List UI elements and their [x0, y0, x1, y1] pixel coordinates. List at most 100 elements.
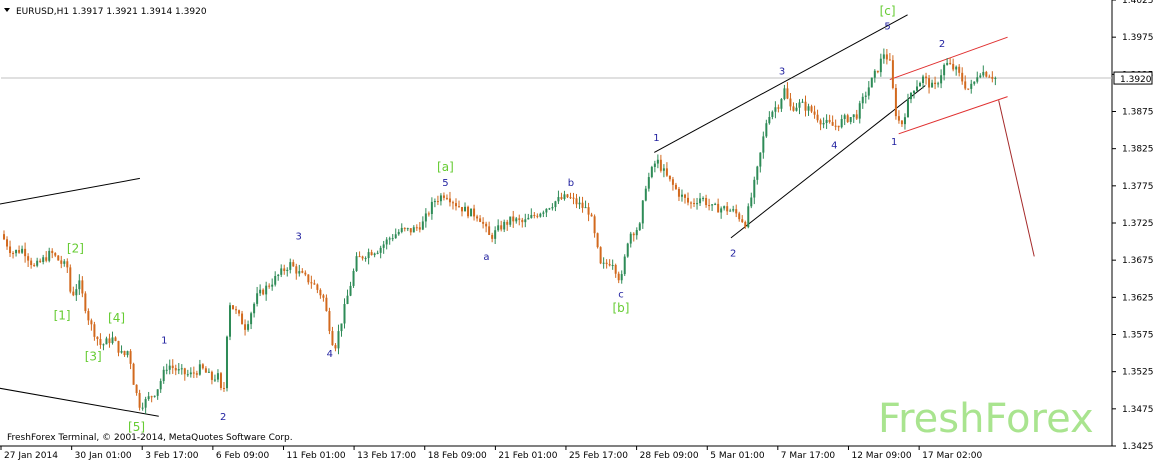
candle-body: [394, 234, 397, 239]
candle-body: [198, 364, 201, 375]
candle-body: [774, 107, 777, 112]
candle-body: [289, 262, 292, 270]
candle-body: [554, 201, 557, 208]
candle-body: [605, 262, 608, 265]
candle-body: [756, 166, 759, 180]
candle-body: [370, 252, 373, 256]
candle-body: [156, 389, 159, 396]
candle-body: [232, 305, 235, 310]
candle-body: [940, 75, 943, 84]
candle-body: [563, 194, 566, 200]
candle-body: [304, 272, 307, 275]
candle-body: [120, 351, 123, 353]
candle-body: [512, 216, 515, 222]
candle-body: [153, 395, 156, 397]
candle-body: [439, 195, 442, 202]
candle-body: [126, 351, 129, 356]
time-tick-label: 11 Feb 01:00: [287, 451, 346, 461]
symbol-timeframe: EURUSD,H1: [16, 7, 69, 17]
candle-body: [283, 268, 286, 271]
candle-body: [421, 221, 424, 230]
candle-body: [858, 103, 861, 119]
candle-body: [162, 369, 165, 382]
candle-body: [159, 381, 162, 390]
candle-body: [741, 219, 744, 223]
candle-body: [328, 311, 331, 332]
candle-body: [560, 197, 563, 200]
candle-body: [48, 250, 51, 261]
candle-body: [988, 76, 991, 78]
candle-body: [524, 219, 527, 223]
candle-body: [530, 214, 533, 218]
candle-body: [39, 260, 42, 262]
time-tick-label: 7 Mar 17:00: [781, 451, 836, 461]
price-chart[interactable]: [2][1] [4][3][5]1234[a]5abc[b]1234[c]512 …: [0, 0, 1154, 462]
candle-body: [509, 216, 512, 225]
candle-body: [57, 255, 60, 261]
candle-body: [578, 202, 581, 205]
candle-body: [165, 369, 168, 371]
candle-body: [994, 77, 997, 79]
candle-body: [135, 384, 138, 394]
candle-body: [168, 365, 171, 370]
candle-body: [991, 76, 994, 79]
candle-body: [204, 368, 207, 373]
candle-body: [566, 194, 569, 198]
candle-body: [668, 175, 671, 180]
candle-body: [114, 337, 117, 341]
candle-body: [602, 262, 605, 264]
candle-body: [611, 264, 614, 266]
wave-label: [3]: [85, 350, 102, 364]
candle-body: [84, 293, 87, 311]
candle-body: [500, 225, 503, 230]
time-tick-label: 27 Jan 2014: [4, 451, 58, 461]
candle-body: [448, 198, 451, 203]
candle-body: [925, 76, 928, 79]
candle-body: [286, 269, 289, 271]
candle-body: [843, 115, 846, 119]
candle-body: [461, 207, 464, 212]
candle-body: [801, 101, 804, 103]
candle-body: [922, 76, 925, 83]
candle-body: [581, 202, 584, 208]
time-tick-label: 13 Feb 17:00: [357, 451, 416, 461]
candle-body: [949, 62, 952, 64]
chart-window: [2] [1] [4] [3] [5] 1 2 3 4 [a] 5 a b c [b] 1 2 3 4 [c] 5 1 2 …: [0, 0, 1154, 462]
candle-body: [536, 215, 539, 217]
candle-body: [3, 234, 6, 240]
wave-label: 2: [730, 248, 736, 259]
candle-body: [626, 243, 629, 257]
candle-body: [840, 118, 843, 128]
wave-label: 2: [939, 39, 945, 50]
time-tick-label: 18 Feb 09:00: [428, 451, 487, 461]
candle-body: [545, 208, 548, 213]
candle-body: [696, 203, 699, 205]
candle-body: [819, 120, 822, 125]
candle-body: [653, 163, 656, 167]
price-tick-label: 1.3575: [1122, 331, 1154, 341]
candle-body: [340, 323, 343, 332]
candle-body: [391, 238, 394, 240]
wave-label: 3: [779, 66, 785, 77]
candle-body: [690, 202, 693, 204]
candle-body: [638, 223, 641, 231]
candle-body: [575, 198, 578, 205]
candle-body: [12, 253, 15, 255]
candle-body: [42, 257, 45, 262]
wave-label: [2]: [67, 242, 84, 256]
candle-body: [708, 205, 711, 207]
candle-body: [931, 82, 934, 88]
candle-body: [241, 313, 244, 325]
candle-body: [72, 291, 75, 296]
candle-body: [433, 201, 436, 203]
candle-body: [69, 267, 72, 292]
candle-body: [783, 88, 786, 100]
candle-body: [6, 239, 9, 247]
candle-body: [864, 95, 867, 97]
candle-body: [424, 213, 427, 222]
candle-body: [301, 271, 304, 273]
candle-body: [334, 345, 337, 349]
candle-body: [759, 152, 762, 167]
wave-label: 5: [884, 22, 890, 33]
time-tick-label: 21 Feb 01:00: [498, 451, 557, 461]
